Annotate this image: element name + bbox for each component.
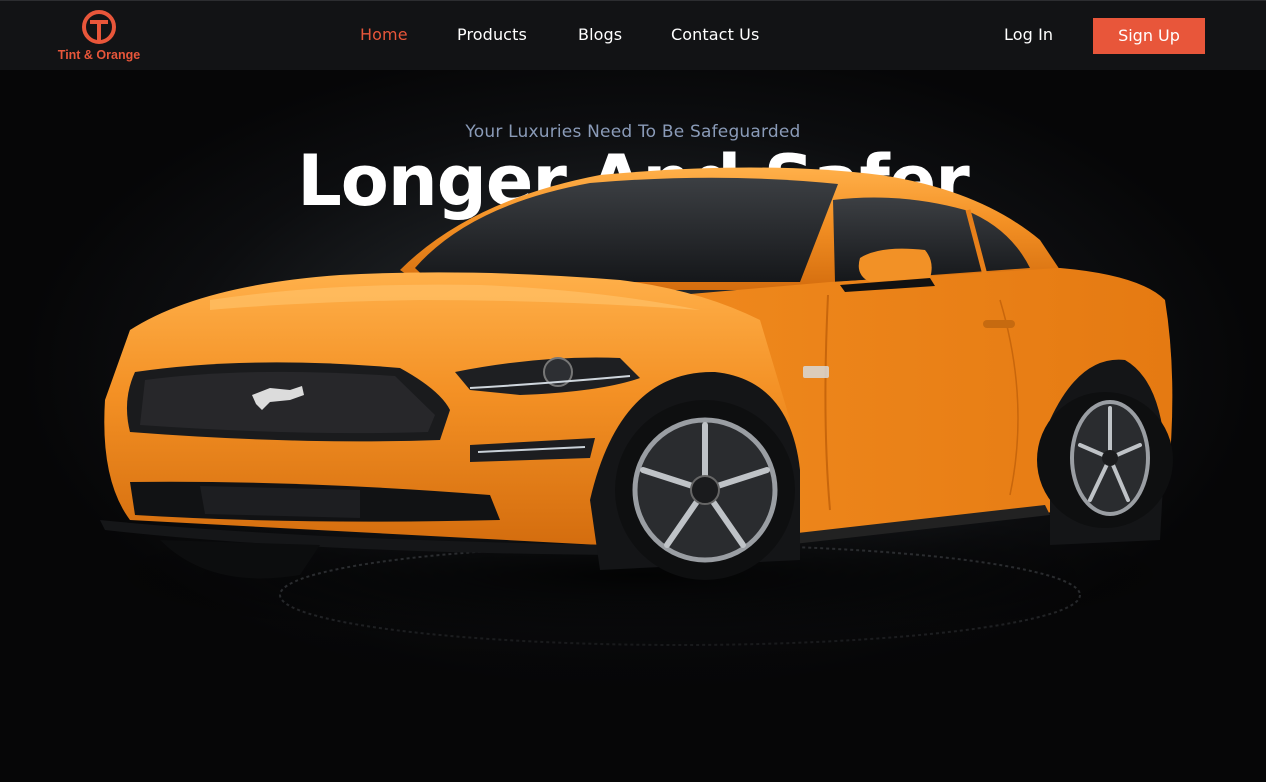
login-link[interactable]: Log In bbox=[1004, 25, 1053, 44]
nav-link-blogs[interactable]: Blogs bbox=[578, 25, 622, 44]
hero-section: Your Luxuries Need To Be Safeguarded Lon… bbox=[0, 70, 1266, 782]
brand-logo[interactable]: Tint & Orange bbox=[54, 9, 144, 65]
hero-bottom-fade bbox=[0, 590, 1266, 782]
top-navbar: Tint & Orange Home Products Blogs Contac… bbox=[0, 0, 1266, 70]
brand-logo-icon bbox=[82, 10, 116, 44]
nav-link-products[interactable]: Products bbox=[457, 25, 527, 44]
nav-link-home[interactable]: Home bbox=[360, 25, 408, 44]
brand-name: Tint & Orange bbox=[57, 48, 141, 62]
nav-link-contact-us[interactable]: Contact Us bbox=[671, 25, 759, 44]
signup-button[interactable]: Sign Up bbox=[1093, 18, 1205, 54]
